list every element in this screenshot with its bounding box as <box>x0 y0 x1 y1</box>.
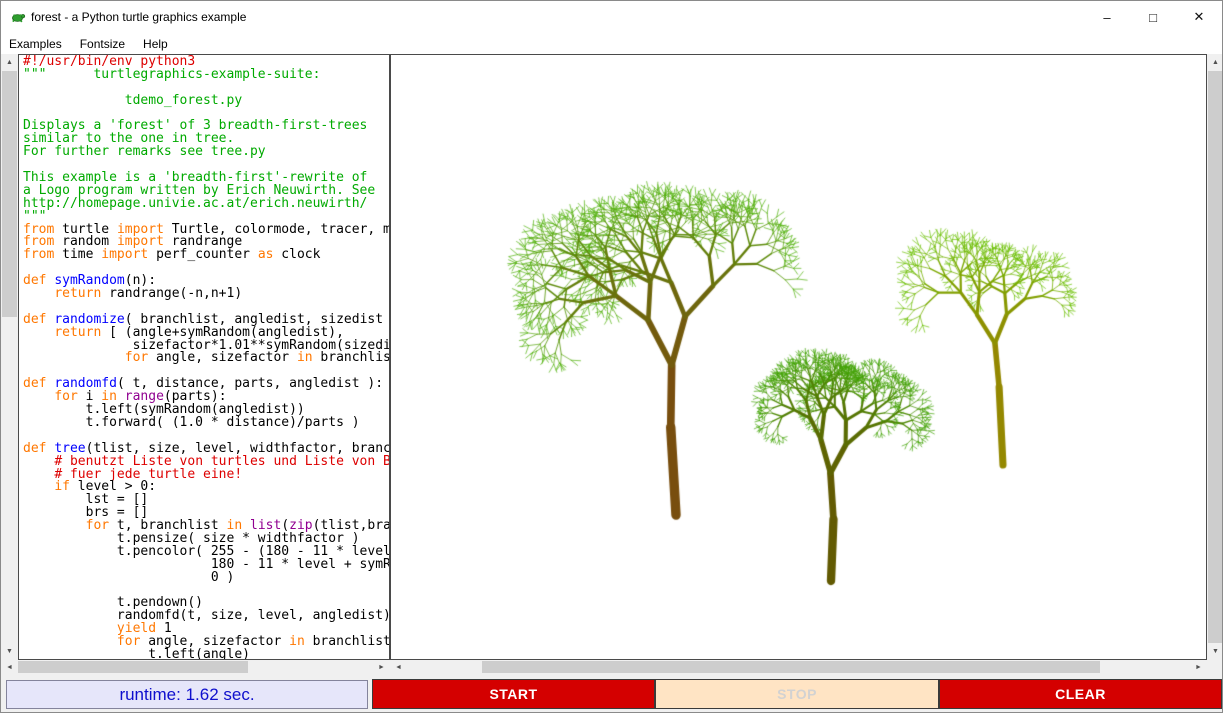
menu-help[interactable]: Help <box>134 34 177 54</box>
runtime-label: runtime: 1.62 sec. <box>6 680 368 709</box>
code-line: t.left(angle) <box>23 649 389 660</box>
turtle-canvas <box>391 55 1206 659</box>
scroll-right-icon[interactable]: ► <box>1190 660 1207 674</box>
menubar: Examples Fontsize Help <box>1 33 1222 54</box>
menu-examples[interactable]: Examples <box>1 34 71 54</box>
code-line: return randrange(-n,n+1) <box>23 288 389 301</box>
maximize-icon[interactable]: □ <box>1130 1 1176 33</box>
turtle-icon <box>10 9 26 25</box>
scroll-down-icon[interactable]: ▼ <box>1 643 18 660</box>
minimize-icon[interactable]: – <box>1084 1 1130 33</box>
code-line: http://homepage.univie.ac.at/erich.neuwi… <box>23 198 389 211</box>
scroll-down-icon[interactable]: ▼ <box>1207 643 1223 660</box>
turtle-canvas-area <box>390 54 1207 660</box>
window-title: forest - a Python turtle graphics exampl… <box>31 10 246 24</box>
scroll-left-icon[interactable]: ◄ <box>1 660 18 674</box>
code-hscrollbar[interactable]: ◄ ► <box>1 660 390 674</box>
code-line: 0 ) <box>23 572 389 585</box>
canvas-vscrollbar[interactable]: ▲ ▼ <box>1207 54 1223 660</box>
code-hscroll-thumb[interactable] <box>18 661 248 673</box>
code-line: for angle, sizefactor in branchlist ] <box>23 352 389 365</box>
window-controls: – □ ✕ <box>1084 1 1222 33</box>
scroll-up-icon[interactable]: ▲ <box>1207 54 1223 71</box>
canvas-hscrollbar[interactable]: ◄ ► <box>390 660 1207 674</box>
start-button[interactable]: START <box>372 679 655 709</box>
scroll-right-icon[interactable]: ► <box>373 660 390 674</box>
canvas-hscroll-thumb[interactable] <box>482 661 1100 673</box>
scroll-up-icon[interactable]: ▲ <box>1 54 18 71</box>
bottombar: runtime: 1.62 sec. START STOP CLEAR <box>1 674 1223 713</box>
canvas-vscroll-thumb[interactable] <box>1208 71 1223 643</box>
scrollbar-corner <box>1207 660 1223 674</box>
code-line: """ turtlegraphics-example-suite: <box>23 69 389 82</box>
scroll-left-icon[interactable]: ◄ <box>390 660 407 674</box>
app-window: forest - a Python turtle graphics exampl… <box>0 0 1223 713</box>
code-vscrollbar[interactable]: ▲ ▼ <box>1 54 18 660</box>
code-vscroll-thumb[interactable] <box>2 71 17 317</box>
close-icon[interactable]: ✕ <box>1176 1 1222 33</box>
code-line: t.forward( (1.0 * distance)/parts ) <box>23 417 389 430</box>
code-line: from time import perf_counter as clock <box>23 249 389 262</box>
stop-button[interactable]: STOP <box>655 679 939 709</box>
code-line: For further remarks see tree.py <box>23 146 389 159</box>
clear-button[interactable]: CLEAR <box>939 679 1222 709</box>
titlebar: forest - a Python turtle graphics exampl… <box>1 1 1222 33</box>
code-editor[interactable]: #!/usr/bin/env python3""" turtlegraphics… <box>18 54 390 660</box>
menu-fontsize[interactable]: Fontsize <box>71 34 134 54</box>
code-line: tdemo_forest.py <box>23 95 389 108</box>
